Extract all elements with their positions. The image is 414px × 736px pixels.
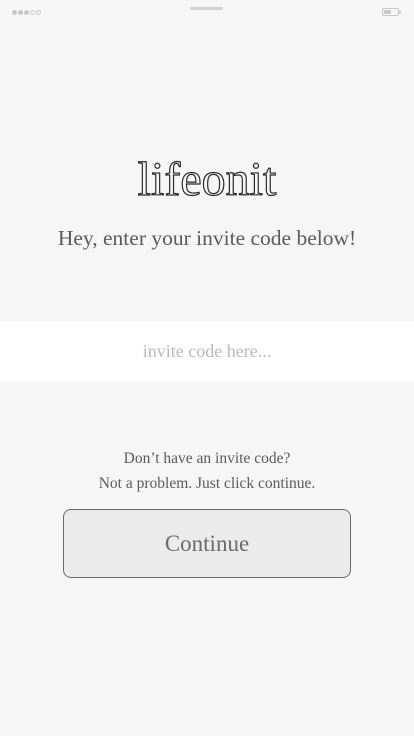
- status-bar: [0, 0, 414, 24]
- app-logo: lifeonit: [137, 152, 277, 206]
- speaker-notch: [190, 7, 223, 10]
- invite-hint: Don’t have an invite code? Not a problem…: [0, 446, 414, 496]
- hint-line-2: Not a problem. Just click continue.: [98, 475, 316, 492]
- page-subtitle: Hey, enter your invite code below!: [57, 226, 357, 250]
- signal-dots-icon: [12, 10, 41, 15]
- signal-dot: [30, 10, 35, 15]
- battery-icon: [382, 8, 401, 16]
- signal-dot: [18, 10, 23, 15]
- hint-line-1: Don’t have an invite code?: [123, 450, 291, 467]
- signal-dot: [36, 10, 41, 15]
- invite-code-band: [0, 321, 414, 382]
- invite-code-input[interactable]: [0, 321, 414, 382]
- signal-dot: [12, 10, 17, 15]
- signal-dot: [24, 10, 29, 15]
- continue-button[interactable]: Continue: [63, 509, 351, 578]
